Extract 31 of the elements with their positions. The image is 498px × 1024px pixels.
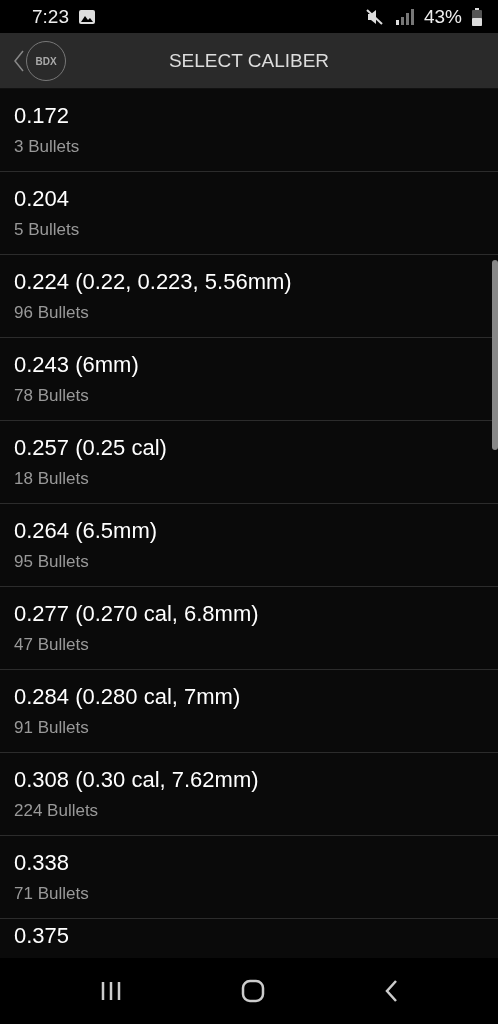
bullet-count: 78 Bullets [14, 386, 89, 406]
bullet-count: 224 Bullets [14, 801, 99, 821]
battery-icon [472, 7, 482, 26]
bullet-count: 18 Bullets [14, 469, 89, 489]
screen-title: SELECT CALIBER [168, 49, 330, 72]
battery-percent: 43% [423, 5, 462, 28]
image-icon [79, 9, 95, 24]
caliber-name[interactable]: 0.277 (0.270 cal, 6.8mm) [14, 601, 259, 627]
caliber-name[interactable]: 0.243 (6mm) [14, 352, 139, 378]
bullet-count: 96 Bullets [14, 303, 89, 323]
caliber-name[interactable]: 0.308 (0.30 cal, 7.62mm) [14, 767, 259, 793]
bullet-count: 5 Bullets [14, 220, 80, 240]
bullet-count: 3 Bullets [14, 137, 80, 157]
signal-icon [393, 8, 414, 25]
home-icon[interactable] [241, 979, 265, 1003]
caliber-name[interactable]: 0.257 (0.25 cal) [14, 435, 167, 461]
caliber-name[interactable]: 0.375 [14, 923, 70, 949]
recent-apps-icon[interactable] [99, 980, 122, 1002]
caliber-name[interactable]: 0.264 (6.5mm) [14, 518, 158, 544]
bullet-count: 71 Bullets [14, 884, 89, 904]
bullet-count: 47 Bullets [14, 635, 89, 655]
mute-icon [365, 8, 384, 25]
caliber-name[interactable]: 0.284 (0.280 cal, 7mm) [14, 684, 241, 710]
bullet-count: 91 Bullets [14, 718, 89, 738]
caliber-name[interactable]: 0.224 (0.22, 0.223, 5.56mm) [14, 269, 292, 295]
status-time: 7:23 [32, 5, 69, 28]
caliber-name[interactable]: 0.172 [14, 103, 70, 129]
caliber-name[interactable]: 0.204 [14, 186, 70, 212]
caliber-name[interactable]: 0.338 [14, 850, 70, 876]
bullet-count: 95 Bullets [14, 552, 89, 572]
back-icon[interactable] [384, 979, 399, 1003]
